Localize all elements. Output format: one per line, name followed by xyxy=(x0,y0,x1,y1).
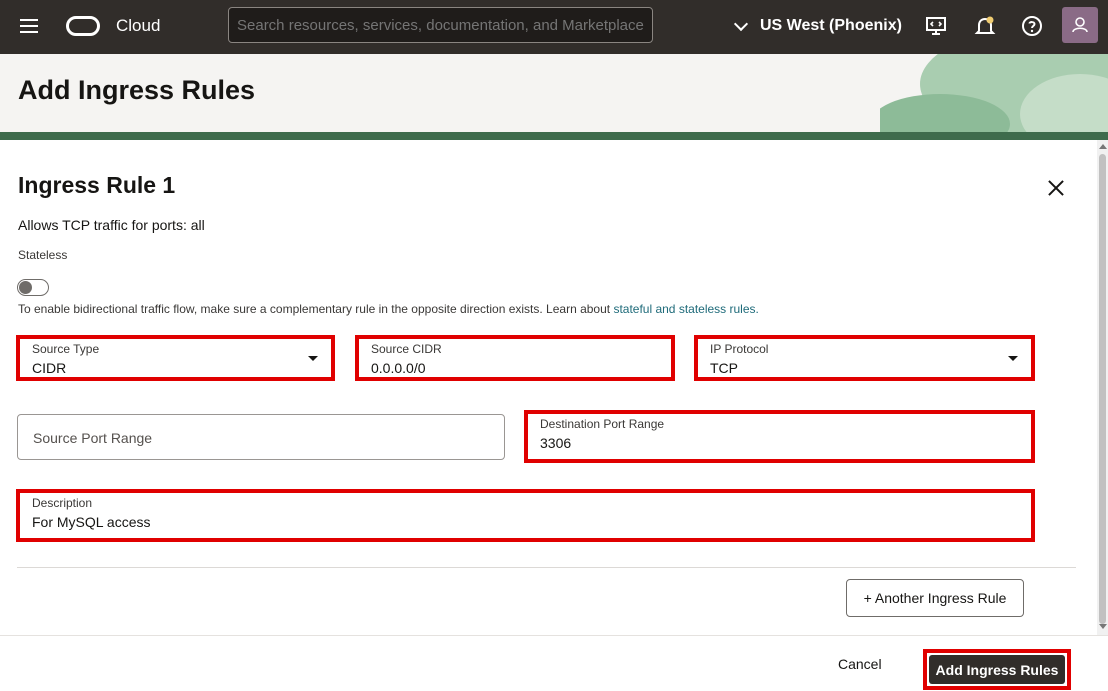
scroll-up-arrow-icon[interactable] xyxy=(1099,144,1107,149)
stateful-stateless-link[interactable]: stateful and stateless rules. xyxy=(613,302,758,316)
ip-protocol-label: IP Protocol xyxy=(710,342,769,356)
help-icon[interactable] xyxy=(1020,14,1044,38)
hint-text: To enable bidirectional traffic flow, ma… xyxy=(18,302,614,316)
panel-scrollbar[interactable] xyxy=(1097,140,1108,635)
top-navigation-bar: Cloud US West (Phoenix) xyxy=(0,0,1108,54)
caret-down-icon xyxy=(308,356,318,361)
rule-title: Ingress Rule 1 xyxy=(18,172,176,198)
source-cidr-input[interactable]: Source CIDR 0.0.0.0/0 xyxy=(355,335,675,381)
rule-summary: Allows TCP traffic for ports: all xyxy=(18,217,205,233)
oracle-logo-icon xyxy=(66,16,100,36)
source-type-value: CIDR xyxy=(32,360,67,376)
toggle-knob xyxy=(19,281,32,294)
caret-down-icon xyxy=(1008,356,1018,361)
bell-icon[interactable] xyxy=(973,14,997,38)
panel-footer: Cancel Add Ingress Rules xyxy=(0,635,1108,691)
ingress-rule-panel: Ingress Rule 1 Allows TCP traffic for po… xyxy=(0,140,1096,635)
region-selector[interactable]: US West (Phoenix) xyxy=(732,15,902,37)
scroll-thumb[interactable] xyxy=(1099,154,1106,624)
description-input[interactable]: Description For MySQL access xyxy=(16,489,1035,542)
menu-icon[interactable] xyxy=(20,17,40,35)
decorative-leaves-graphic xyxy=(880,54,1108,140)
search-input[interactable] xyxy=(228,7,653,43)
source-port-range-input[interactable]: Source Port Range xyxy=(17,414,505,460)
page-title: Add Ingress Rules xyxy=(18,75,256,105)
destination-port-range-input[interactable]: Destination Port Range 3306 xyxy=(524,410,1035,463)
source-cidr-label: Source CIDR xyxy=(371,342,442,356)
destination-port-range-value: 3306 xyxy=(540,435,572,451)
ip-protocol-select[interactable]: IP Protocol TCP xyxy=(694,335,1035,381)
chevron-down-icon xyxy=(733,16,749,31)
destination-port-range-label: Destination Port Range xyxy=(540,417,665,431)
cloud-shell-icon[interactable] xyxy=(924,14,948,38)
description-label: Description xyxy=(32,496,93,510)
source-type-label: Source Type xyxy=(32,342,100,356)
add-ingress-rules-highlight: Add Ingress Rules xyxy=(923,649,1071,690)
region-label: US West (Phoenix) xyxy=(760,17,902,34)
brand-name: Cloud xyxy=(116,16,161,35)
page-header: Add Ingress Rules xyxy=(0,54,1108,140)
divider xyxy=(17,567,1076,568)
cancel-button[interactable]: Cancel xyxy=(838,656,882,672)
source-cidr-value: 0.0.0.0/0 xyxy=(371,360,426,376)
source-port-range-placeholder: Source Port Range xyxy=(33,430,153,446)
scroll-down-arrow-icon[interactable] xyxy=(1099,624,1107,629)
source-type-select[interactable]: Source Type CIDR xyxy=(16,335,335,381)
stateless-hint: To enable bidirectional traffic flow, ma… xyxy=(18,302,759,316)
add-ingress-rules-button[interactable]: Add Ingress Rules xyxy=(929,655,1065,684)
user-icon xyxy=(1072,17,1088,33)
close-icon[interactable] xyxy=(1048,180,1064,196)
oracle-cloud-logo[interactable]: Cloud xyxy=(66,14,160,38)
stateless-label: Stateless xyxy=(18,248,68,262)
decorative-strip xyxy=(0,132,1108,140)
stateless-toggle[interactable] xyxy=(17,279,49,296)
description-value: For MySQL access xyxy=(32,514,151,530)
user-avatar[interactable] xyxy=(1062,7,1098,43)
another-ingress-rule-button[interactable]: + Another Ingress Rule xyxy=(846,579,1024,617)
ip-protocol-value: TCP xyxy=(710,360,738,376)
